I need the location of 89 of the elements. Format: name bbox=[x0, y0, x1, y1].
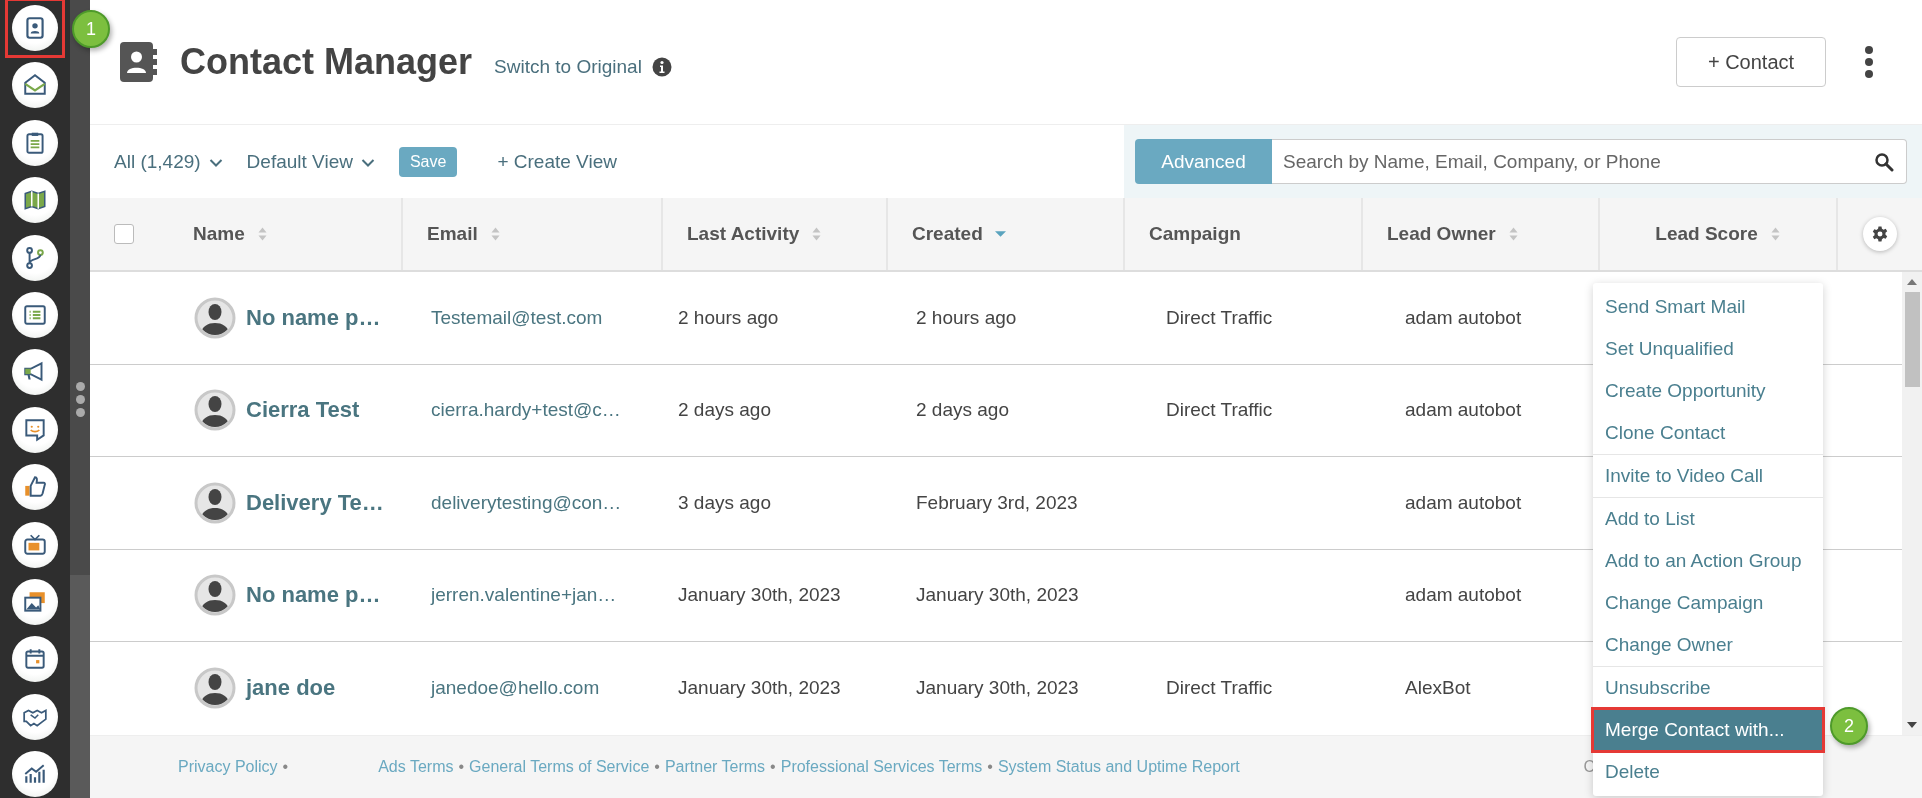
menu-item[interactable]: Add to an Action Group bbox=[1593, 540, 1823, 582]
menu-item[interactable]: Delete bbox=[1593, 751, 1823, 793]
sort-icon bbox=[1769, 226, 1781, 242]
column-header[interactable]: Lead Score bbox=[1655, 223, 1758, 245]
column-header[interactable]: Last Activity bbox=[687, 223, 800, 245]
menu-item[interactable]: Invite to Video Call bbox=[1593, 455, 1823, 497]
settings-button[interactable] bbox=[1863, 217, 1897, 251]
menu-item[interactable]: Set Unqualified bbox=[1593, 328, 1823, 370]
table-cell-text: 2 hours ago bbox=[677, 306, 780, 329]
scroll-down-icon[interactable] bbox=[1907, 721, 1917, 729]
contact-name-link[interactable]: Cierra Test bbox=[246, 397, 360, 424]
table-cell-text: 2 days ago bbox=[677, 399, 772, 422]
table-cell-text: Direct Traffic bbox=[1165, 306, 1274, 329]
sort-icon bbox=[489, 226, 501, 242]
column-header[interactable]: Email bbox=[427, 223, 478, 245]
table-cell-text: adam autobot bbox=[1404, 491, 1523, 514]
table-cell-text: January 30th, 2023 bbox=[677, 677, 842, 700]
table-cell-text: February 3rd, 2023 bbox=[915, 491, 1079, 514]
email-link[interactable]: janedoe@hello.com bbox=[403, 677, 663, 700]
table-cell-text: 2 days ago bbox=[915, 399, 1010, 422]
table-cell-text: 3 days ago bbox=[677, 491, 772, 514]
contact-name-link[interactable]: Delivery Te… bbox=[246, 489, 384, 516]
separator-dot: • bbox=[654, 758, 660, 776]
column-header[interactable]: Name bbox=[193, 223, 245, 245]
separator-dot: • bbox=[770, 758, 776, 776]
select-all-checkbox[interactable] bbox=[114, 224, 134, 244]
contact-name-link[interactable]: No name p… bbox=[246, 304, 381, 331]
sort-icon bbox=[256, 226, 268, 242]
step-badge: 2 bbox=[1830, 707, 1868, 745]
page-title: Contact Manager bbox=[180, 41, 473, 83]
create-view-link[interactable]: + Create View bbox=[497, 150, 617, 173]
menu-item[interactable]: Merge Contact with... bbox=[1593, 709, 1823, 751]
menu-item[interactable]: Add to List bbox=[1593, 498, 1823, 540]
switch-link[interactable]: Switch to Original bbox=[494, 56, 642, 78]
search-icon[interactable] bbox=[1874, 151, 1894, 172]
scroll-up-icon[interactable] bbox=[1907, 278, 1917, 286]
email-link[interactable]: deliverytesting@con… bbox=[403, 491, 663, 514]
menu-item[interactable]: Change Owner bbox=[1593, 624, 1823, 666]
sort-icon bbox=[1507, 226, 1519, 242]
avatar-icon bbox=[194, 481, 236, 524]
table-cell-text: January 30th, 2023 bbox=[677, 584, 842, 607]
menu-item[interactable]: Send Smart Mail bbox=[1593, 286, 1823, 328]
contact-name-link[interactable]: No name p… bbox=[246, 582, 381, 609]
column-header[interactable]: Lead Owner bbox=[1387, 223, 1496, 245]
menu-item[interactable]: Unsubscribe bbox=[1593, 667, 1823, 709]
more-options-icon[interactable] bbox=[1864, 46, 1874, 78]
view-dropdown[interactable]: Default View bbox=[246, 150, 375, 173]
sort-icon bbox=[811, 226, 823, 242]
column-header[interactable]: Campaign bbox=[1149, 223, 1241, 245]
scrollbar-thumb[interactable] bbox=[1904, 292, 1920, 387]
separator-dot: • bbox=[458, 758, 465, 776]
search-field[interactable]: Search by Name, Email, Company, or Phone bbox=[1272, 139, 1907, 184]
table-cell-text: adam autobot bbox=[1404, 306, 1523, 329]
menu-item[interactable]: Change Campaign bbox=[1593, 582, 1823, 624]
contact-book-icon bbox=[118, 42, 158, 82]
add-contact-button[interactable]: + Contact bbox=[1676, 37, 1826, 87]
menu-item[interactable]: Create Opportunity bbox=[1593, 370, 1823, 412]
sidebar-button[interactable] bbox=[5, 0, 65, 58]
table-cell-text: 2 hours ago bbox=[915, 306, 1018, 329]
info-icon[interactable] bbox=[651, 57, 672, 77]
table-cell-text: adam autobot bbox=[1404, 399, 1523, 422]
avatar-icon bbox=[194, 574, 236, 617]
contact-name-link[interactable]: jane doe bbox=[246, 675, 336, 702]
separator-dot: • bbox=[987, 758, 993, 776]
step-badge: 1 bbox=[72, 10, 110, 48]
table-cell-text: Direct Traffic bbox=[1165, 677, 1274, 700]
settings-icon bbox=[1871, 225, 1889, 243]
menu-item[interactable]: Clone Contact bbox=[1593, 412, 1823, 454]
table-cell-text: January 30th, 2023 bbox=[915, 677, 1080, 700]
table-cell-text: Direct Traffic bbox=[1165, 399, 1274, 422]
email-link[interactable]: Testemail@test.com bbox=[403, 306, 663, 329]
chevron-down-icon bbox=[208, 158, 223, 168]
avatar-icon bbox=[194, 389, 236, 432]
scrollbar[interactable] bbox=[1902, 272, 1922, 735]
filter-dropdown[interactable]: All (1,429) bbox=[114, 150, 223, 173]
separator-dot: • bbox=[282, 758, 289, 776]
advanced-button[interactable]: Advanced bbox=[1135, 139, 1272, 184]
table-cell-text: adam autobot bbox=[1404, 584, 1523, 607]
column-header[interactable]: Created bbox=[912, 223, 983, 245]
search-input[interactable]: Search by Name, Email, Company, or Phone bbox=[1281, 149, 1874, 174]
chevron-down-icon bbox=[360, 158, 375, 168]
save-button[interactable]: Save bbox=[398, 146, 458, 177]
avatar-icon bbox=[194, 667, 236, 710]
avatar-icon bbox=[194, 296, 236, 339]
email-link[interactable]: jerren.valentine+jan… bbox=[403, 584, 663, 607]
email-link[interactable]: cierra.hardy+test@c… bbox=[403, 399, 663, 422]
table-cell-text: January 30th, 2023 bbox=[915, 584, 1080, 607]
table-cell-text: AlexBot bbox=[1404, 677, 1472, 700]
chat-icon bbox=[22, 416, 48, 443]
